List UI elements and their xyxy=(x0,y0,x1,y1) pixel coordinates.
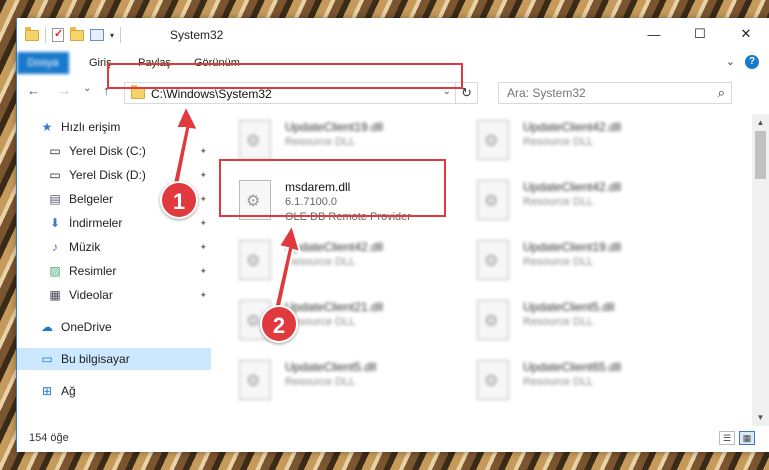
step-2-badge: 2 xyxy=(260,305,298,343)
arrow-1 xyxy=(170,103,200,192)
step-1-badge: 1 xyxy=(160,181,198,219)
annotation-arrows xyxy=(170,103,302,322)
